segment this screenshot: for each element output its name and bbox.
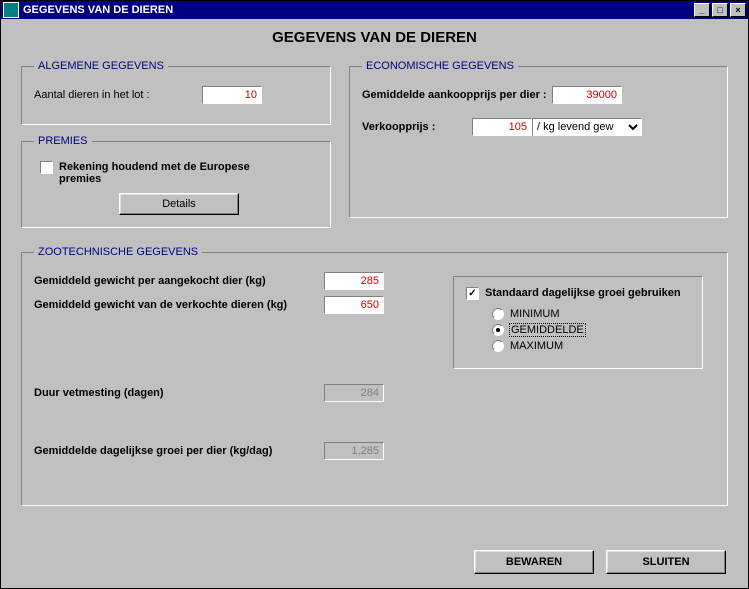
zootechnische-gegevens-group: ZOOTECHNISCHE GEGEVENS Gemiddeld gewicht… — [21, 246, 728, 506]
app-icon — [3, 2, 19, 18]
econ-legend: ECONOMISCHE GEGEVENS — [362, 60, 518, 72]
gewicht-aangekocht-input[interactable] — [324, 272, 384, 290]
titlebar: GEGEVENS VAN DE DIEREN _ □ × — [1, 1, 748, 19]
premies-legend: PREMIES — [34, 135, 92, 147]
gewicht-aangekocht-label: Gemiddeld gewicht per aangekocht dier (k… — [34, 275, 324, 287]
duur-label: Duur vetmesting (dagen) — [34, 387, 324, 399]
premies-checkbox[interactable] — [40, 161, 53, 174]
gewicht-verkocht-label: Gemiddeld gewicht van de verkochte diere… — [34, 299, 324, 311]
page-title: GEGEVENS VAN DE DIEREN — [21, 29, 728, 46]
aankoop-input[interactable] — [552, 86, 622, 104]
window-title: GEGEVENS VAN DE DIEREN — [19, 4, 692, 16]
premies-check-label: Rekening houdend met de Europese premies — [59, 161, 289, 185]
economische-gegevens-group: ECONOMISCHE GEGEVENS Gemiddelde aankoopp… — [349, 60, 728, 218]
sluiten-button[interactable]: SLUITEN — [606, 550, 726, 574]
maximize-icon[interactable]: □ — [712, 3, 728, 17]
groei-input — [324, 442, 384, 460]
aankoop-label: Gemiddelde aankoopprijs per dier : — [362, 89, 552, 101]
groei-label: Gemiddelde dagelijkse groei per dier (kg… — [34, 445, 324, 457]
duur-input — [324, 384, 384, 402]
growth-radio-min[interactable] — [492, 308, 504, 320]
growth-opt-gem: GEMIDDELDE — [510, 324, 585, 336]
premies-group: PREMIES Rekening houdend met de Europese… — [21, 135, 331, 228]
details-button[interactable]: Details — [119, 193, 239, 215]
algemene-gegevens-group: ALGEMENE GEGEVENS Aantal dieren in het l… — [21, 60, 331, 125]
window: GEGEVENS VAN DE DIEREN _ □ × GEGEVENS VA… — [0, 0, 749, 589]
close-icon[interactable]: × — [730, 3, 746, 17]
growth-use-standard-checkbox[interactable]: ✓ — [466, 287, 479, 300]
aantal-label: Aantal dieren in het lot : — [34, 89, 194, 101]
aantal-input[interactable] — [202, 86, 262, 104]
bewaren-button[interactable]: BEWAREN — [474, 550, 594, 574]
verkoop-unit-select[interactable]: / kg levend gew — [532, 118, 642, 136]
verkoop-label: Verkoopprijs : — [362, 121, 472, 133]
zoot-legend: ZOOTECHNISCHE GEGEVENS — [34, 246, 202, 258]
growth-check-label: Standaard dagelijkse groei gebruiken — [485, 287, 681, 299]
growth-opt-min: MINIMUM — [510, 308, 560, 320]
minimize-icon[interactable]: _ — [694, 3, 710, 17]
verkoop-input[interactable] — [472, 118, 532, 136]
growth-box: ✓ Standaard dagelijkse groei gebruiken M… — [453, 276, 703, 369]
growth-radio-gem[interactable] — [492, 324, 504, 336]
client-area: GEGEVENS VAN DE DIEREN ALGEMENE GEGEVENS… — [1, 19, 748, 588]
growth-radio-max[interactable] — [492, 340, 504, 352]
window-controls: _ □ × — [692, 3, 746, 17]
gewicht-verkocht-input[interactable] — [324, 296, 384, 314]
algemene-legend: ALGEMENE GEGEVENS — [34, 60, 168, 72]
growth-opt-max: MAXIMUM — [510, 340, 563, 352]
